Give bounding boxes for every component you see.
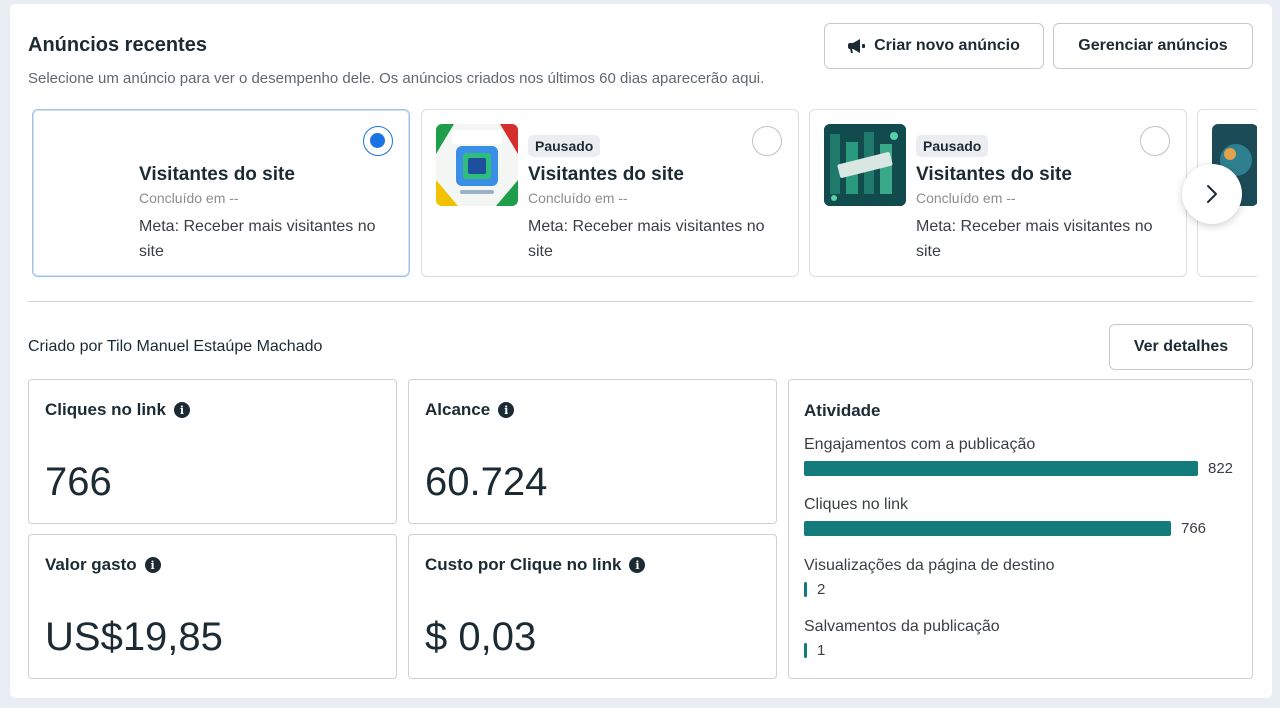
metric-value: US$19,85 [45,615,223,659]
activity-row: Visualizações da página de destino 2 [804,557,1236,598]
activity-bar [804,520,1171,536]
activity-title: Atividade [804,401,881,420]
activity-row: Engajamentos com a publicação 822 [804,436,1236,477]
ad-select-radio[interactable] [363,126,393,156]
ad-end-date: Concluído em -- [528,190,628,206]
ad-goal: Meta: Receber mais visitantes no site [916,218,1153,260]
ad-thumbnail [824,124,906,206]
activity-value: 1 [817,641,826,659]
ad-select-radio[interactable] [1140,126,1170,156]
activity-card: Atividade Engajamentos com a publicação … [788,379,1253,679]
manage-ads-button[interactable]: Gerenciar anúncios [1053,23,1253,69]
metric-label: Custo por Clique no link i [425,555,646,575]
activity-label: Salvamentos da publicação [804,618,1000,635]
metric-value: $ 0,03 [425,615,537,659]
activity-row: Cliques no link 766 [804,496,1236,537]
metric-card-cost-per-click: Custo por Clique no link i $ 0,03 [408,534,777,679]
page-subtitle: Selecione um anúncio para ver o desempen… [28,70,765,87]
info-icon[interactable]: i [144,557,161,573]
carousel-next-button[interactable] [1182,164,1242,224]
ad-card[interactable]: Pausado Visitantes do site Concluído em … [421,109,799,277]
view-details-button[interactable]: Ver detalhes [1109,324,1253,370]
page-title: Anúncios recentes [28,34,207,56]
info-icon[interactable]: i [498,402,515,418]
activity-label: Cliques no link [804,496,909,513]
recent-ads-panel: Anúncios recentes Selecione um anúncio p… [10,4,1272,698]
metric-label: Valor gasto i [45,555,161,575]
status-badge: Pausado [916,135,989,157]
chevron-right-icon [1207,185,1217,203]
ad-goal: Meta: Receber mais visitantes no site [139,218,376,260]
activity-value: 766 [1181,519,1207,537]
activity-value: 2 [817,580,826,598]
ad-goal: Meta: Receber mais visitantes no site [528,218,765,260]
create-ad-label: Criar novo anúncio [874,37,1020,54]
ad-name: Visitantes do site [139,164,295,185]
activity-value: 822 [1208,459,1234,477]
metric-label-text: Alcance [425,400,491,419]
status-badge: Pausado [528,135,601,157]
info-icon[interactable]: i [173,402,190,418]
metric-card-link-clicks: Cliques no link i 766 [28,379,397,524]
ad-card[interactable]: Visitantes do site Concluído em -- Meta:… [32,109,410,277]
info-icon[interactable]: i [629,557,646,573]
activity-bar [804,581,807,597]
metric-card-reach: Alcance i 60.724 [408,379,777,524]
activity-label: Engajamentos com a publicação [804,436,1036,453]
metric-card-amount-spent: Valor gasto i US$19,85 [28,534,397,679]
activity-bar [804,642,807,658]
ad-select-radio[interactable] [752,126,782,156]
metric-label: Cliques no link i [45,400,190,420]
activity-row: Salvamentos da publicação 1 [804,618,1236,659]
activity-label: Visualizações da página de destino [804,557,1055,574]
metric-value: 766 [45,460,112,504]
metric-label-text: Cliques no link [45,400,166,419]
metric-label: Alcance i [425,400,515,420]
create-ad-button[interactable]: Criar novo anúncio [824,23,1044,69]
ad-name: Visitantes do site [528,164,684,185]
megaphone-icon [848,39,866,53]
creator-label: Criado por Tilo Manuel Estaúpe Machado [28,338,323,355]
activity-bar [804,460,1198,476]
metric-label-text: Custo por Clique no link [425,555,622,574]
section-divider [28,301,1253,302]
ad-name: Visitantes do site [916,164,1072,185]
ad-end-date: Concluído em -- [139,190,239,206]
metric-value: 60.724 [425,460,548,504]
ad-end-date: Concluído em -- [916,190,1016,206]
ad-card[interactable]: Pausado Visitantes do site Concluído em … [809,109,1187,277]
metric-label-text: Valor gasto [45,555,137,574]
ad-thumbnail [436,124,518,206]
